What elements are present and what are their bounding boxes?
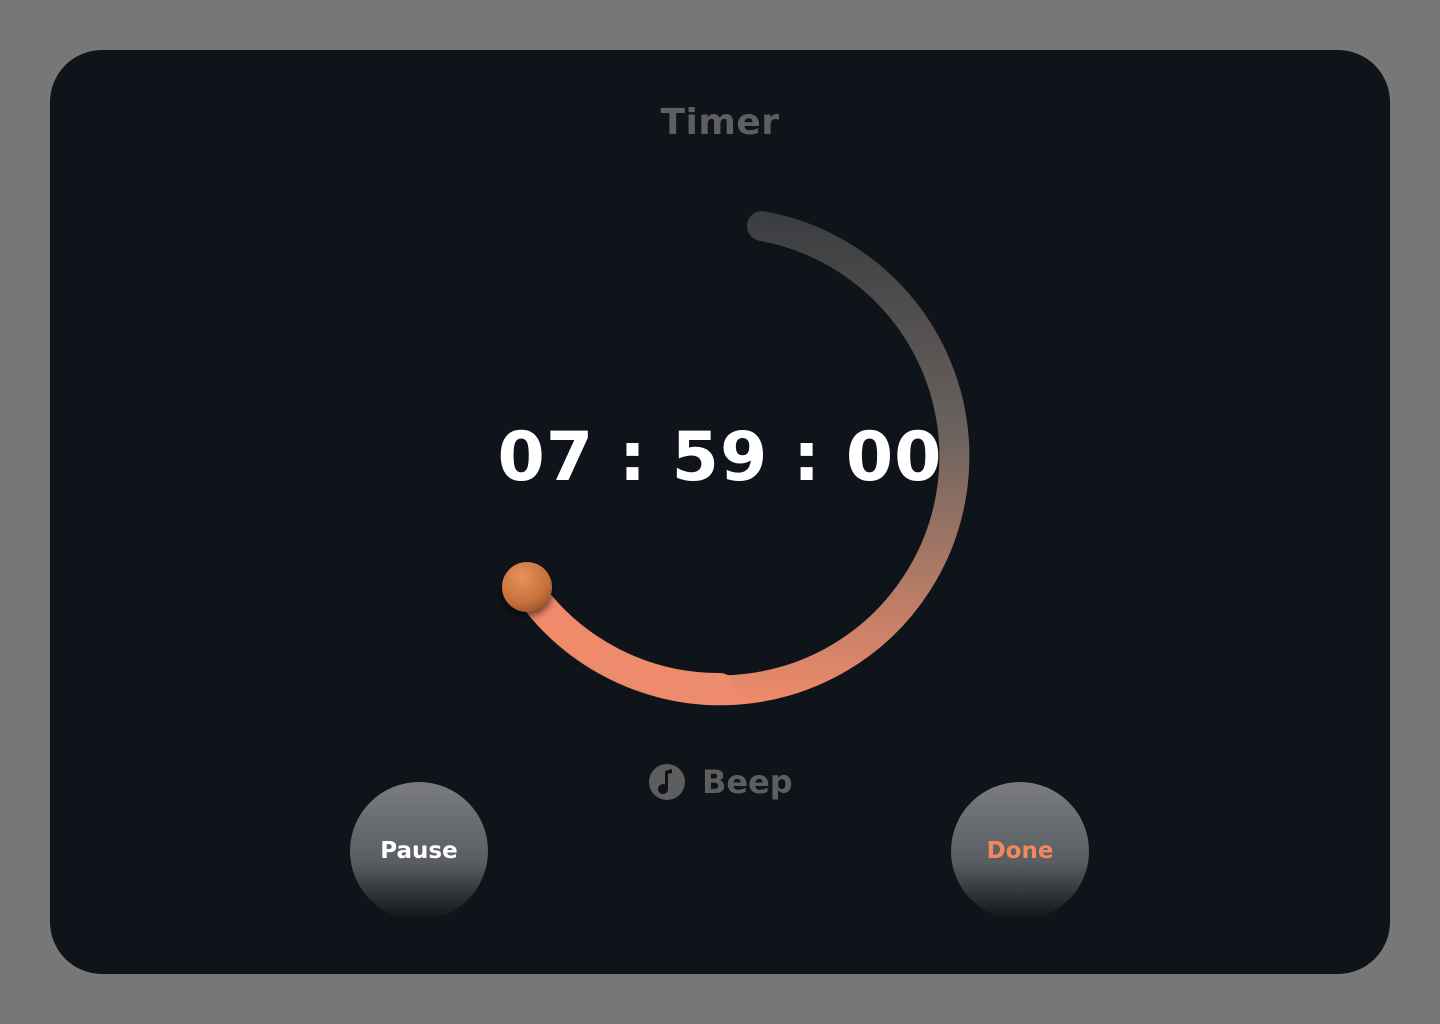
progress-knob[interactable] <box>502 562 552 612</box>
progress-ring-tail <box>512 573 735 704</box>
sound-selector[interactable]: Beep <box>648 762 793 802</box>
timer-dial <box>502 211 970 706</box>
music-note-icon <box>649 764 685 800</box>
timer-display: 07 : 59 : 00 <box>497 418 943 497</box>
pause-button[interactable]: Pause <box>350 782 488 920</box>
done-button[interactable]: Done <box>951 782 1089 920</box>
sound-label: Beep <box>702 763 793 801</box>
